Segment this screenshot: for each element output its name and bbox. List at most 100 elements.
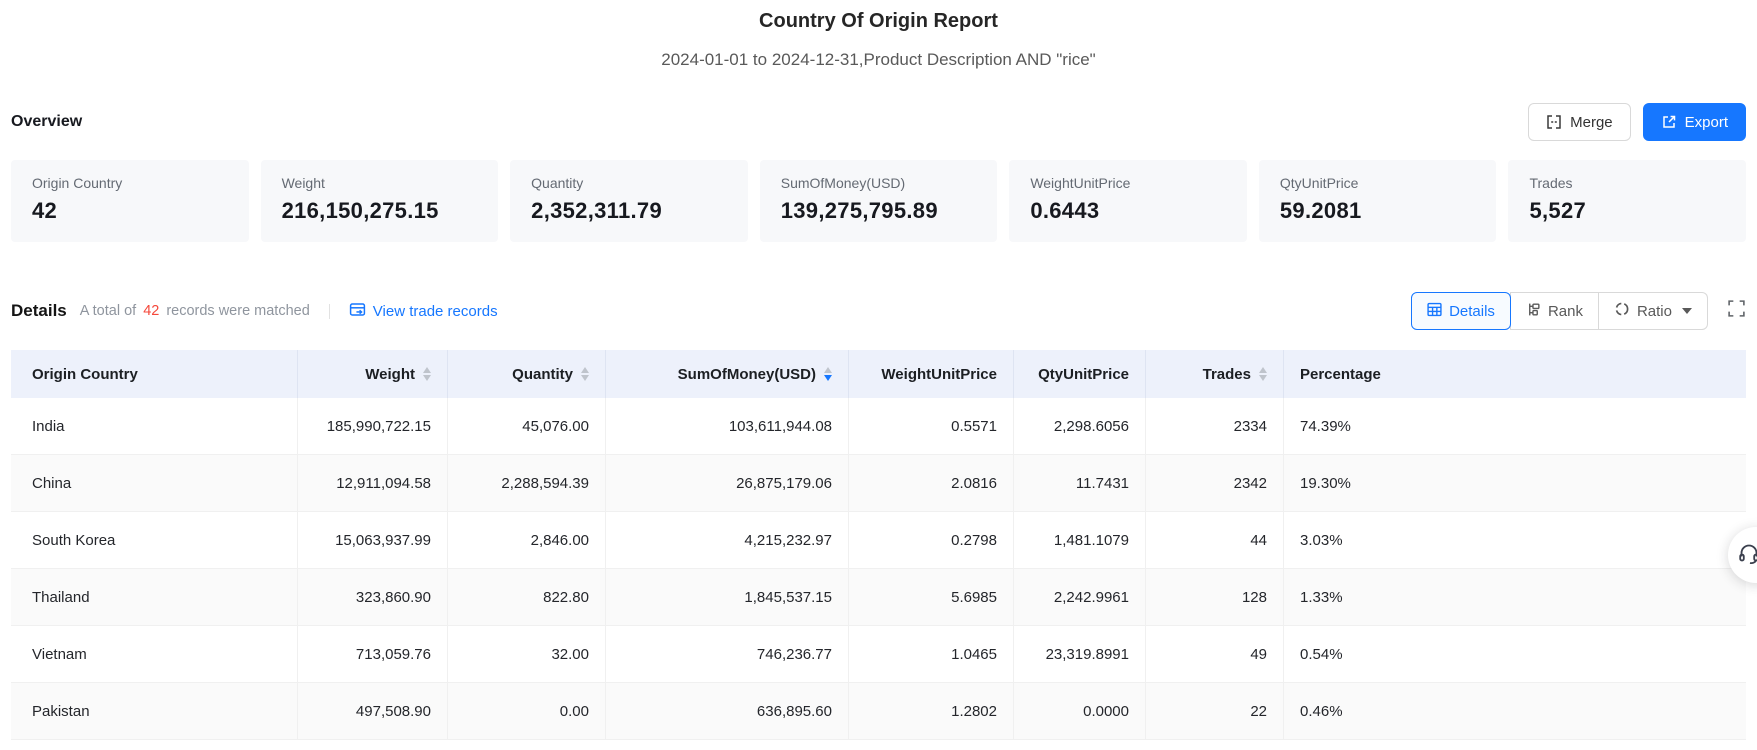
column-header-weight-unit-price: WeightUnitPrice xyxy=(849,350,1014,398)
cell-origin-country: Thailand xyxy=(11,569,298,625)
page-title: Country Of Origin Report xyxy=(759,10,998,32)
card-label: QtyUnitPrice xyxy=(1279,175,1359,191)
card-label: Quantity xyxy=(531,175,584,191)
details-section-title: Details xyxy=(11,301,67,320)
table-row-china: China 12,911,094.58 2,288,594.39 26,875,… xyxy=(11,455,1746,512)
country-of-origin-report-page: Country Of Origin Report 2024-01-01 to 2… xyxy=(0,0,1757,750)
details-header: Details A total of 42 records were match… xyxy=(11,292,1746,330)
cell-sum-of-money: 746,236.77 xyxy=(606,626,849,682)
view-trade-records-label: View trade records xyxy=(372,302,498,320)
ratio-circle-icon xyxy=(1614,301,1630,321)
column-label: WeightUnitPrice xyxy=(881,365,997,383)
cell-weight-unit-price: 5.6985 xyxy=(849,569,1014,625)
column-header-weight[interactable]: Weight xyxy=(298,350,448,398)
cell-sum-of-money: 4,215,232.97 xyxy=(606,512,849,568)
rank-partition-icon xyxy=(1526,302,1541,321)
column-label: Trades xyxy=(1202,365,1251,383)
cell-weight: 497,508.90 xyxy=(298,683,448,739)
view-trade-records-link[interactable]: View trade records xyxy=(349,301,498,322)
cell-trades: 22 xyxy=(1146,683,1284,739)
column-label: SumOfMoney(USD) xyxy=(677,365,816,383)
column-header-sum-of-money[interactable]: SumOfMoney(USD) xyxy=(606,350,849,398)
card-label: WeightUnitPrice xyxy=(1030,175,1131,191)
column-header-origin-country: Origin Country xyxy=(11,350,298,398)
cell-qty-unit-price: 0.0000 xyxy=(1014,683,1146,739)
cell-trades: 2334 xyxy=(1146,398,1284,454)
column-header-percentage: Percentage xyxy=(1284,350,1746,398)
details-header-right: Details Rank Ratio xyxy=(1411,292,1746,330)
fullscreen-button[interactable] xyxy=(1727,299,1746,323)
cell-percentage: 1.33% xyxy=(1300,588,1343,606)
table-row-south-korea: South Korea 15,063,937.99 2,846.00 4,215… xyxy=(11,512,1746,569)
cell-sum-of-money: 26,875,179.06 xyxy=(606,455,849,511)
column-label: Quantity xyxy=(512,365,573,383)
merge-button-label: Merge xyxy=(1570,113,1613,131)
cell-weight: 713,059.76 xyxy=(298,626,448,682)
card-value: 42 xyxy=(32,198,58,223)
card-value: 59.2081 xyxy=(1279,198,1362,223)
sort-icon[interactable] xyxy=(581,367,589,381)
card-value: 5,527 xyxy=(1529,198,1587,223)
cell-qty-unit-price: 2,242.9961 xyxy=(1014,569,1146,625)
sort-icon[interactable] xyxy=(1259,367,1267,381)
view-mode-rank-button[interactable]: Rank xyxy=(1509,292,1599,330)
matched-count: 42 xyxy=(143,303,160,319)
overview-header: Overview Merge Export xyxy=(11,103,1746,141)
merge-button[interactable]: Merge xyxy=(1528,103,1631,141)
view-mode-details-label: Details xyxy=(1449,302,1495,320)
cell-quantity: 45,076.00 xyxy=(448,398,606,454)
table-row-india: India 185,990,722.15 45,076.00 103,611,9… xyxy=(11,398,1746,455)
cell-sum-of-money: 1,845,537.15 xyxy=(606,569,849,625)
overview-card-qty-unit-price: QtyUnitPrice 59.2081 xyxy=(1258,160,1497,242)
cell-quantity: 32.00 xyxy=(448,626,606,682)
details-table: Origin Country Weight Quantity SumOfMone… xyxy=(11,350,1746,740)
cell-sum-of-money: 636,895.60 xyxy=(606,683,849,739)
view-mode-rank-label: Rank xyxy=(1547,302,1583,320)
cell-qty-unit-price: 1,481.1079 xyxy=(1014,512,1146,568)
cell-weight-unit-price: 0.5571 xyxy=(849,398,1014,454)
cell-qty-unit-price: 11.7431 xyxy=(1014,455,1146,511)
overview-card-quantity: Quantity 2,352,311.79 xyxy=(510,160,748,242)
column-header-trades[interactable]: Trades xyxy=(1146,350,1284,398)
cell-weight-unit-price: 2.0816 xyxy=(849,455,1014,511)
cell-sum-of-money: 103,611,944.08 xyxy=(606,398,849,454)
card-label: Origin Country xyxy=(32,175,123,191)
column-label: QtyUnitPrice xyxy=(1038,365,1129,383)
cell-origin-country: Pakistan xyxy=(11,683,298,739)
vertical-divider xyxy=(328,303,330,319)
table-row-thailand: Thailand 323,860.90 822.80 1,845,537.15 … xyxy=(11,569,1746,626)
cell-trades: 2342 xyxy=(1146,455,1284,511)
cell-origin-country: China xyxy=(11,455,298,511)
view-mode-ratio-button[interactable]: Ratio xyxy=(1598,292,1708,330)
sort-icon[interactable] xyxy=(423,367,431,381)
cell-origin-country: South Korea xyxy=(11,512,298,568)
headset-icon xyxy=(1737,541,1757,570)
export-icon xyxy=(1661,114,1677,130)
column-label: Percentage xyxy=(1300,365,1381,383)
cell-origin-country: India xyxy=(11,398,298,454)
view-mode-details-button[interactable]: Details xyxy=(1411,292,1511,330)
cell-weight-unit-price: 1.2802 xyxy=(849,683,1014,739)
export-button[interactable]: Export xyxy=(1642,103,1746,141)
cell-trades: 49 xyxy=(1146,626,1284,682)
cell-origin-country: Vietnam xyxy=(11,626,298,682)
chevron-down-icon xyxy=(1682,308,1692,314)
cell-percentage: 3.03% xyxy=(1300,531,1343,549)
sort-icon-active-descending[interactable] xyxy=(824,367,832,381)
fullscreen-expand-icon xyxy=(1727,299,1746,323)
cell-weight-unit-price: 0.2798 xyxy=(849,512,1014,568)
view-mode-ratio-label: Ratio xyxy=(1636,302,1672,320)
cell-trades: 128 xyxy=(1146,569,1284,625)
column-label: Origin Country xyxy=(32,365,138,383)
column-header-qty-unit-price: QtyUnitPrice xyxy=(1014,350,1146,398)
cell-percentage: 74.39% xyxy=(1300,417,1351,435)
card-label: Trades xyxy=(1529,175,1573,191)
overview-section-title: Overview xyxy=(11,113,83,130)
cell-quantity: 822.80 xyxy=(448,569,606,625)
cell-weight: 15,063,937.99 xyxy=(298,512,448,568)
column-header-quantity[interactable]: Quantity xyxy=(448,350,606,398)
overview-card-trades: Trades 5,527 xyxy=(1508,160,1747,242)
view-mode-switcher: Details Rank Ratio xyxy=(1411,292,1708,330)
cell-quantity: 2,846.00 xyxy=(448,512,606,568)
overview-actions: Merge Export xyxy=(1528,103,1746,141)
